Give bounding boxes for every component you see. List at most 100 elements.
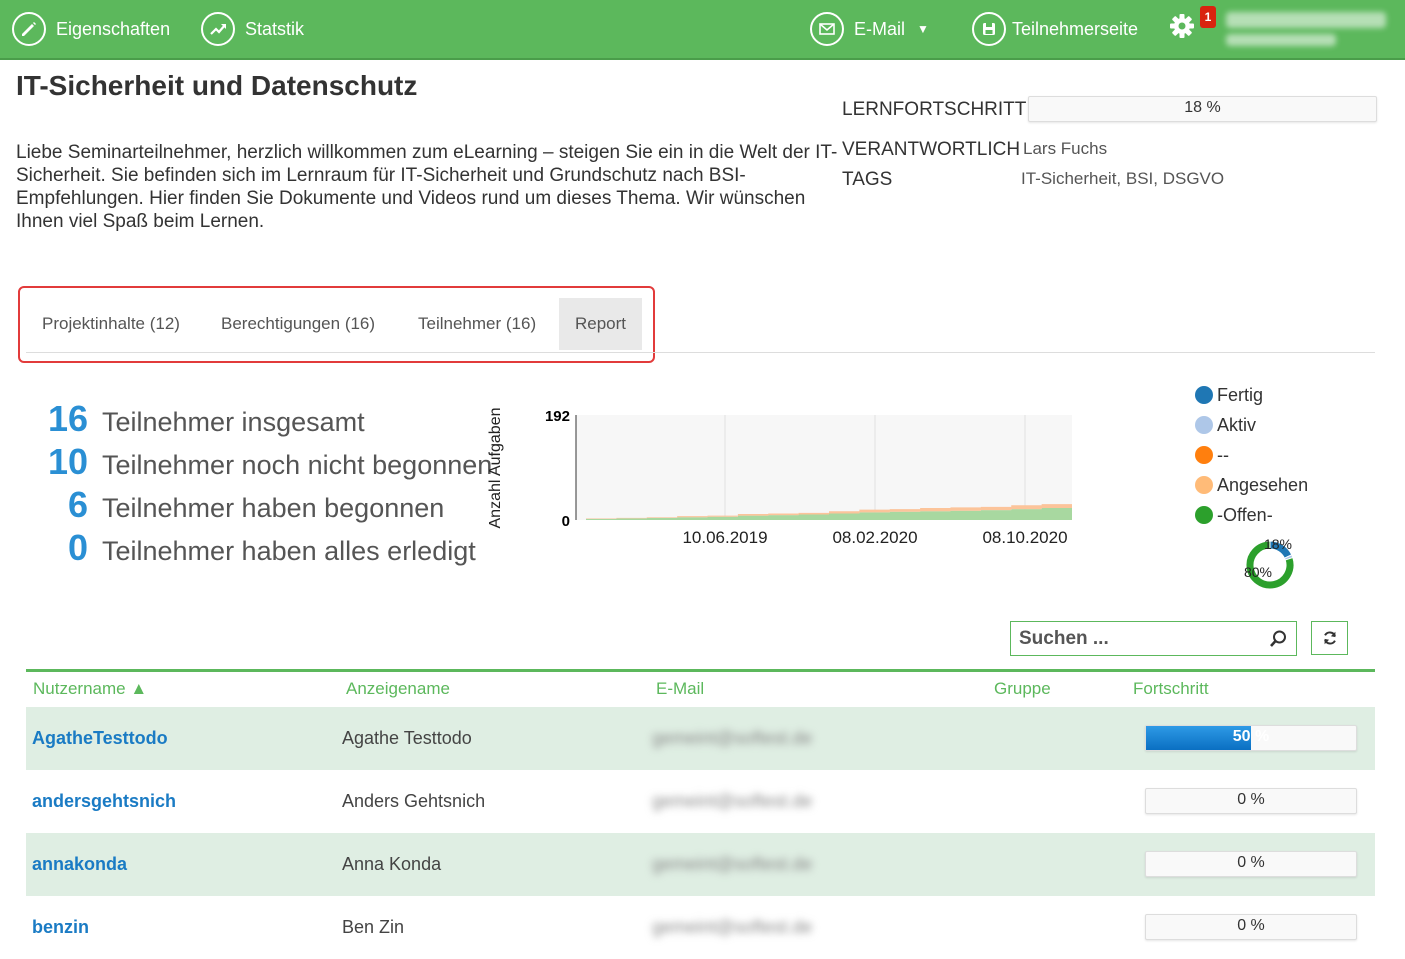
- stat-number: 0: [67, 527, 88, 568]
- legend-item: Fertig: [1195, 380, 1308, 410]
- gear-icon[interactable]: [1166, 10, 1198, 42]
- stat-number: 10: [47, 441, 88, 482]
- donut-value-label: 18%: [1264, 536, 1292, 552]
- column-header-username[interactable]: Nutzername ▲: [33, 679, 147, 699]
- legend-label: Fertig: [1217, 384, 1264, 405]
- top-navbar: Eigenschaften Statstik E-Mail ▼ Teilnehm…: [0, 0, 1405, 60]
- progress-donut-chart: 18% 80%: [1244, 536, 1295, 590]
- row-progress-text: 50 %: [1232, 728, 1270, 745]
- stat-label: Teilnehmer insgesamt: [102, 407, 365, 437]
- stat-total: 16 Teilnehmer insgesamt: [40, 398, 365, 440]
- username-link[interactable]: andersgehtsnich: [32, 770, 176, 833]
- tasks-area-chart: Anzahl Aufgaben 192 0 10.06.2019 08.02.2…: [487, 408, 1072, 547]
- participant-page-button[interactable]: Teilnehmerseite: [972, 0, 1138, 58]
- stat-label: Teilnehmer haben begonnen: [102, 493, 445, 523]
- row-progress-bar: 0 %: [1145, 914, 1357, 940]
- display-name: Anders Gehtsnich: [342, 791, 486, 811]
- row-progress-text: 0 %: [1237, 854, 1265, 871]
- email-label: E-Mail: [854, 18, 906, 39]
- user-account-menu[interactable]: [1222, 8, 1392, 50]
- legend-dot-icon: [1195, 416, 1213, 434]
- display-name: Ben Zin: [342, 917, 405, 937]
- legend-item: --: [1195, 440, 1308, 470]
- email-blurred: gemeint@softest.de: [652, 917, 813, 937]
- notification-badge[interactable]: 1: [1200, 6, 1216, 28]
- refresh-button[interactable]: [1311, 621, 1348, 655]
- table-row[interactable]: AgatheTesttodo Agathe Testtodo gemeint@s…: [26, 707, 1375, 770]
- tab-participants[interactable]: Teilnehmer (16): [402, 298, 552, 350]
- stat-not-started: 10 Teilnehmer noch nicht begonnen: [40, 441, 492, 483]
- tab-divider: [26, 352, 1375, 353]
- trend-chart-icon: [201, 12, 235, 46]
- legend-label: Angesehen: [1217, 474, 1309, 495]
- page-title: IT-Sicherheit und Datenschutz: [16, 70, 418, 101]
- course-progress-bar: 18 %: [1028, 96, 1377, 122]
- statistics-button[interactable]: Statstik: [201, 0, 304, 58]
- search-box: [1010, 621, 1297, 656]
- column-header-progress[interactable]: Fortschritt: [1133, 679, 1209, 699]
- legend-item: Angesehen: [1195, 470, 1308, 500]
- tags-value: IT-Sicherheit, BSI, DSGVO: [1021, 169, 1225, 188]
- table-top-border: [26, 669, 1375, 672]
- properties-label: Eigenschaften: [56, 18, 171, 39]
- tab-permissions[interactable]: Berechtigungen (16): [205, 298, 391, 350]
- email-blurred: gemeint@softest.de: [652, 728, 813, 748]
- refresh-icon: [1323, 631, 1336, 645]
- legend-dot-icon: [1195, 386, 1213, 404]
- stat-label: Teilnehmer haben alles erledigt: [102, 536, 476, 566]
- stat-number: 6: [67, 484, 88, 525]
- stat-started: 6 Teilnehmer haben begonnen: [40, 484, 444, 526]
- table-row[interactable]: annakonda Anna Konda gemeint@softest.de …: [26, 833, 1375, 896]
- x-tick-label: 08.10.2020: [982, 528, 1067, 547]
- username-link[interactable]: AgatheTesttodo: [32, 707, 168, 770]
- email-blurred: gemeint@softest.de: [652, 854, 813, 874]
- y-tick-label: 0: [562, 513, 570, 530]
- tab-report[interactable]: Report: [559, 298, 643, 350]
- y-tick-label: 192: [545, 408, 570, 425]
- username-link[interactable]: benzin: [32, 896, 89, 959]
- course-progress-text: 18 %: [1184, 99, 1221, 116]
- properties-button[interactable]: Eigenschaften: [12, 0, 170, 58]
- legend-dot-icon: [1195, 446, 1213, 464]
- save-disk-icon: [972, 12, 1006, 46]
- stat-completed: 0 Teilnehmer haben alles erledigt: [40, 527, 476, 569]
- email-dropdown-button[interactable]: E-Mail ▼: [810, 0, 929, 58]
- table-row[interactable]: benzin Ben Zin gemeint@softest.de 0 %: [26, 896, 1375, 946]
- donut-value-label: 80%: [1244, 564, 1272, 580]
- chart-y-axis-label: Anzahl Aufgaben: [487, 408, 504, 529]
- search-input[interactable]: [1011, 626, 1261, 651]
- legend-dot-icon: [1195, 506, 1213, 524]
- tab-project-contents[interactable]: Projektinhalte (12): [26, 298, 196, 350]
- statistics-label: Statstik: [245, 18, 305, 39]
- envelope-icon: [810, 12, 844, 46]
- x-tick-label: 10.06.2019: [682, 528, 767, 547]
- responsible-value: Lars Fuchs: [1023, 139, 1108, 158]
- course-description: Liebe Seminarteilnehmer, herzlich willko…: [16, 142, 838, 232]
- row-progress-text: 0 %: [1237, 791, 1265, 808]
- display-name: Anna Konda: [342, 854, 442, 874]
- legend-item: Aktiv: [1195, 410, 1308, 440]
- stat-number: 16: [47, 398, 88, 439]
- row-progress-bar: 0 %: [1145, 851, 1357, 877]
- column-header-display-name[interactable]: Anzeigename: [346, 679, 450, 699]
- column-header-email[interactable]: E-Mail: [656, 679, 704, 699]
- legend-label: -Offen-: [1217, 504, 1273, 525]
- row-progress-bar: 0 %: [1145, 788, 1357, 814]
- row-progress-text: 0 %: [1237, 917, 1265, 934]
- legend-label: --: [1217, 444, 1229, 465]
- pencil-icon: [12, 12, 46, 46]
- search-icon[interactable]: [1268, 629, 1288, 649]
- responsible-label: VERANTWORTLICH: [842, 139, 1021, 160]
- legend-item: -Offen-: [1195, 500, 1308, 530]
- chart-legend: Fertig Aktiv -- Angesehen -Offen-: [1195, 380, 1308, 530]
- email-blurred: gemeint@softest.de: [652, 791, 813, 811]
- display-name: Agathe Testtodo: [342, 728, 472, 748]
- participant-page-label: Teilnehmerseite: [1012, 18, 1139, 39]
- progress-label: LERNFORTSCHRITT: [842, 99, 1027, 120]
- tags-label: TAGS: [842, 169, 893, 190]
- username-link[interactable]: annakonda: [32, 833, 127, 896]
- stat-label: Teilnehmer noch nicht begonnen: [102, 450, 493, 480]
- column-header-group[interactable]: Gruppe: [994, 679, 1051, 699]
- table-row[interactable]: andersgehtsnich Anders Gehtsnich gemeint…: [26, 770, 1375, 833]
- caret-down-icon: ▼: [917, 22, 929, 36]
